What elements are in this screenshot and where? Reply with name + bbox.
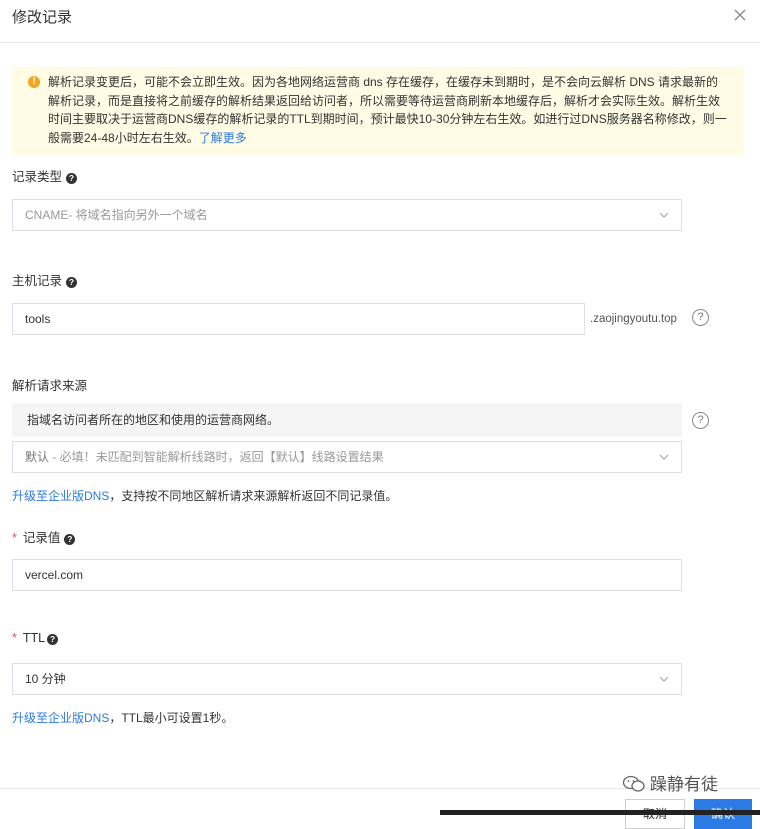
request-source-info: 指域名访问者所在的地区和使用的运营商网络。 [12,403,682,437]
record-value-label-text: 记录值 [22,531,61,545]
dialog-title: 修改记录 [12,9,73,26]
watermark: 躁静有徒 [622,770,718,795]
ttl-label-text: TTL [22,631,46,645]
record-type-label-text: 记录类型 [12,170,63,184]
upgrade-enterprise-link[interactable]: 升级至企业版DNS [12,489,109,503]
request-source-select[interactable]: 默认 - 必填！未匹配到智能解析线路时，返回【默认】线路设置结果 [12,441,682,473]
notice-text: 解析记录变更后，可能不会立即生效。因为各地网络运营商 dns 存在缓存，在缓存未… [48,75,727,145]
question-icon[interactable]: ? [64,534,76,545]
source-upgrade-text: ，支持按不同地区解析请求来源解析返回不同记录值。 [109,489,398,503]
warning-icon: ! [28,76,40,88]
chevron-down-icon [659,212,669,218]
record-value-value: vercel.com [25,568,84,582]
help-circle-icon[interactable]: ? [692,412,709,429]
upgrade-enterprise-link[interactable]: 升级至企业版DNS [12,711,109,725]
required-mark: * [12,531,17,545]
request-source-default: 默认 [25,450,50,464]
required-mark: * [12,631,17,645]
ttl-upgrade-tip: 升级至企业版DNS，TTL最小可设置1秒。 [12,709,233,726]
question-icon[interactable]: ? [66,173,78,184]
help-circle-icon[interactable]: ? [692,309,709,326]
question-icon[interactable]: ? [66,277,78,288]
record-value-label: * 记录值? [12,527,76,546]
watermark-text: 躁静有徒 [650,775,718,794]
host-record-label: 主机记录? [12,270,78,289]
host-record-label-text: 主机记录 [12,274,63,288]
overlay-bar [440,810,760,815]
propagation-notice: ! 解析记录变更后，可能不会立即生效。因为各地网络运营商 dns 存在缓存，在缓… [12,67,744,155]
close-icon[interactable] [731,6,749,24]
request-source-hint: - 必填！未匹配到智能解析线路时，返回【默认】线路设置结果 [49,450,384,464]
ttl-select[interactable]: 10 分钟 [12,663,682,695]
host-record-input[interactable]: tools [12,303,585,335]
request-source-label: 解析请求来源 [12,379,88,393]
source-upgrade-tip: 升级至企业版DNS，支持按不同地区解析请求来源解析返回不同记录值。 [12,487,397,504]
ttl-upgrade-text: ，TTL最小可设置1秒。 [109,711,234,725]
record-type-label: 记录类型? [12,166,78,185]
question-icon[interactable]: ? [47,634,59,645]
dialog-header: 修改记录 [0,0,760,43]
chevron-down-icon [659,676,669,682]
domain-suffix: .zaojingyoutu.top [590,313,677,325]
learn-more-link[interactable]: 了解更多 [199,131,247,145]
record-value-input[interactable]: vercel.com [12,559,682,591]
ttl-value: 10 分钟 [25,672,66,686]
record-type-select[interactable]: CNAME- 将域名指向另外一个域名 [12,199,682,231]
host-record-value: tools [25,312,51,326]
wechat-icon [622,775,645,792]
record-type-value: CNAME- 将域名指向另外一个域名 [25,208,208,222]
ttl-label: * TTL? [12,631,59,645]
chevron-down-icon [659,454,669,460]
